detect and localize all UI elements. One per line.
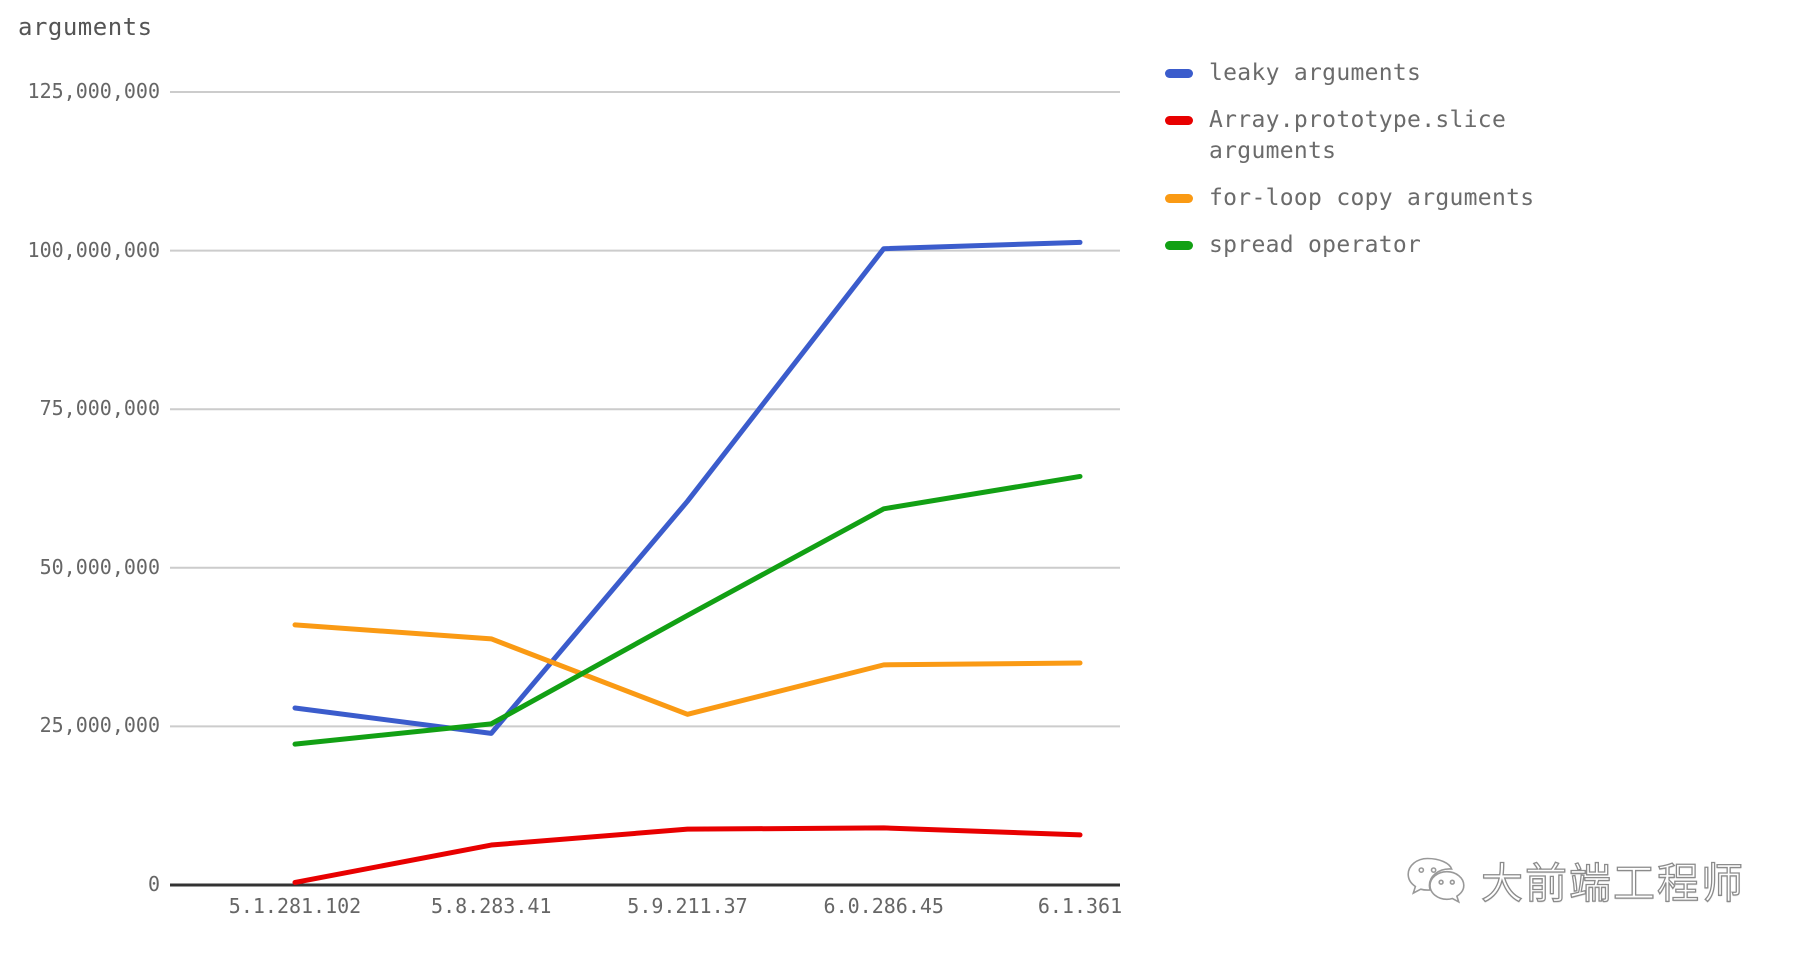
y-axis-tick-label: 0 [147,872,160,896]
series-line-for-loop-copy-arguments [292,622,1083,717]
legend-item-label: for-loop copy arguments [1209,185,1535,211]
x-axis: 5.1.281.102 5.8.283.41 5.9.211.37 6.0.286.4… [0,894,1130,934]
series-line-array-prototype-slice-arguments [292,825,1083,885]
x-axis-tick-label: 5.1.281.102 [228,894,362,918]
legend-item-label: leaky arguments [1209,60,1422,86]
watermark: 大前端工程师 [1405,855,1745,913]
line-chart-svg [170,91,1120,887]
y-axis-tick-label: 75,000,000 [39,396,160,421]
legend-color-swatch [1165,69,1193,78]
x-axis-tick-label: 6.0.286.45 [823,894,944,918]
legend-color-swatch [1165,194,1193,203]
legend-color-swatch [1165,241,1193,250]
wechat-icon [1405,855,1467,913]
series-line-leaky-arguments [292,239,1083,736]
plot-area: 0 25,000,000 50,000,000 75,000,000 100,000,0… [0,0,1130,900]
watermark-text: 大前端工程师 [1480,859,1746,908]
legend-item-label: spread operator [1209,232,1422,258]
y-axis: 0 25,000,000 50,000,000 75,000,000 100,000,0… [0,0,160,900]
y-axis-tick-label: 25,000,000 [39,713,160,738]
y-axis-tick-label: 50,000,000 [39,554,160,579]
legend-item-for-loop-copy-arguments[interactable]: for-loop copy arguments [1165,183,1785,214]
legend-color-swatch [1165,116,1193,125]
x-axis-tick-label: 6.1.361 [1037,894,1123,918]
y-axis-tick-label: 100,000,000 [27,237,160,262]
series-line-spread-operator [292,473,1083,747]
y-axis-tick-label: 125,000,000 [27,79,160,103]
legend-item-leaky-arguments[interactable]: leaky arguments [1165,58,1785,89]
x-axis-tick-label: 5.8.283.41 [431,894,552,918]
legend-item-array-prototype-slice-arguments[interactable]: Array.prototype.slice arguments [1165,105,1785,167]
chart-page: arguments 0 25,000,000 50,000,000 75,000,00… [0,0,1798,964]
chart-legend: leaky arguments Array.prototype.slice arg… [1165,58,1785,277]
legend-item-label: Array.prototype.slice arguments [1209,107,1507,164]
legend-item-spread-operator[interactable]: spread operator [1165,230,1785,261]
x-axis-tick-label: 5.9.211.37 [627,894,748,918]
